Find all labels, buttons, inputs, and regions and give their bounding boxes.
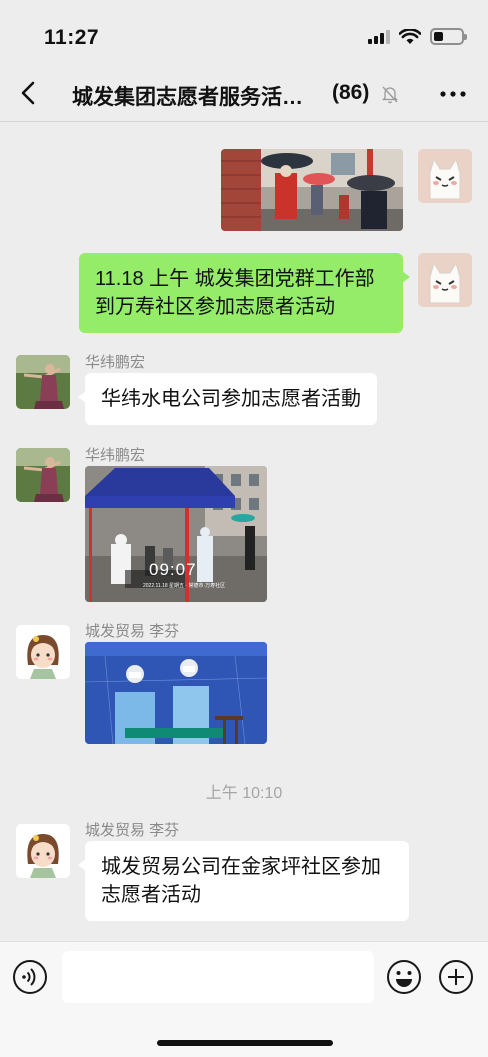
- message-input[interactable]: [62, 951, 374, 1003]
- message-text: 11.18 上午 城发集团党群工作部到万寿社区参加志愿者活动: [95, 268, 375, 318]
- message-bubble-received[interactable]: 华纬水电公司参加志愿者活動: [78, 373, 377, 425]
- message-bubble-received[interactable]: 城发贸易公司在金家坪社区参加志愿者活动: [78, 841, 409, 921]
- sender-name: 华纬鹏宏: [85, 354, 146, 371]
- mute-bell-icon: [381, 86, 399, 104]
- wifi-icon: [399, 28, 421, 44]
- chat-timestamp: 上午 10:10: [205, 785, 283, 802]
- chat-title[interactable]: 城发集团志愿者服务活…: [72, 81, 326, 111]
- plus-icon[interactable]: [438, 959, 474, 995]
- member-count: (86): [332, 81, 370, 104]
- sender-name: 城发贸易 李芬: [85, 822, 180, 839]
- message-list[interactable]: 11.18 上午 城发集团党群工作部到万寿社区参加志愿者活动 华纬鹏宏 华纬水电…: [0, 123, 488, 941]
- status-bar: 11:27: [0, 0, 488, 70]
- status-icons: [368, 28, 467, 45]
- voice-icon[interactable]: [12, 959, 48, 995]
- sender-avatar-huawei[interactable]: [16, 448, 70, 502]
- emoji-icon[interactable]: [386, 959, 422, 995]
- photo-watermark-caption: 2022.11.18 星期五 · 常德市·万寿社区: [143, 583, 226, 589]
- sender-avatar-huawei[interactable]: [16, 355, 70, 409]
- message-bubble-sent[interactable]: 11.18 上午 城发集团党群工作部到万寿社区参加志愿者活动: [79, 253, 410, 333]
- message-image-volunteers[interactable]: [85, 642, 267, 744]
- sender-name: 城发贸易 李芬: [85, 623, 180, 640]
- message-text: 城发贸易公司在金家坪社区参加志愿者活动: [101, 856, 381, 906]
- cellular-signal-icon: [368, 29, 390, 44]
- input-bar: [0, 941, 488, 1057]
- sender-name: 华纬鹏宏: [85, 447, 146, 464]
- message-image-street[interactable]: [221, 149, 403, 231]
- message-text: 华纬水电公司参加志愿者活動: [101, 388, 361, 410]
- chat-header: 城发集团志愿者服务活… (86): [0, 70, 488, 122]
- back-chevron-icon[interactable]: [14, 78, 44, 108]
- battery-icon: [430, 28, 467, 45]
- home-indicator: [157, 1040, 333, 1046]
- sender-avatar-lifen[interactable]: [16, 824, 70, 878]
- my-avatar[interactable]: [418, 253, 472, 307]
- my-avatar[interactable]: [418, 149, 472, 203]
- message-image-testing-site[interactable]: 09:07 2022.11.18 星期五 · 常德市·万寿社区: [85, 466, 267, 602]
- photo-watermark-time: 09:07: [149, 560, 197, 579]
- status-time: 11:27: [44, 26, 100, 49]
- sender-avatar-lifen[interactable]: [16, 625, 70, 679]
- more-dots-icon[interactable]: [438, 84, 468, 104]
- battery-level: [434, 32, 444, 41]
